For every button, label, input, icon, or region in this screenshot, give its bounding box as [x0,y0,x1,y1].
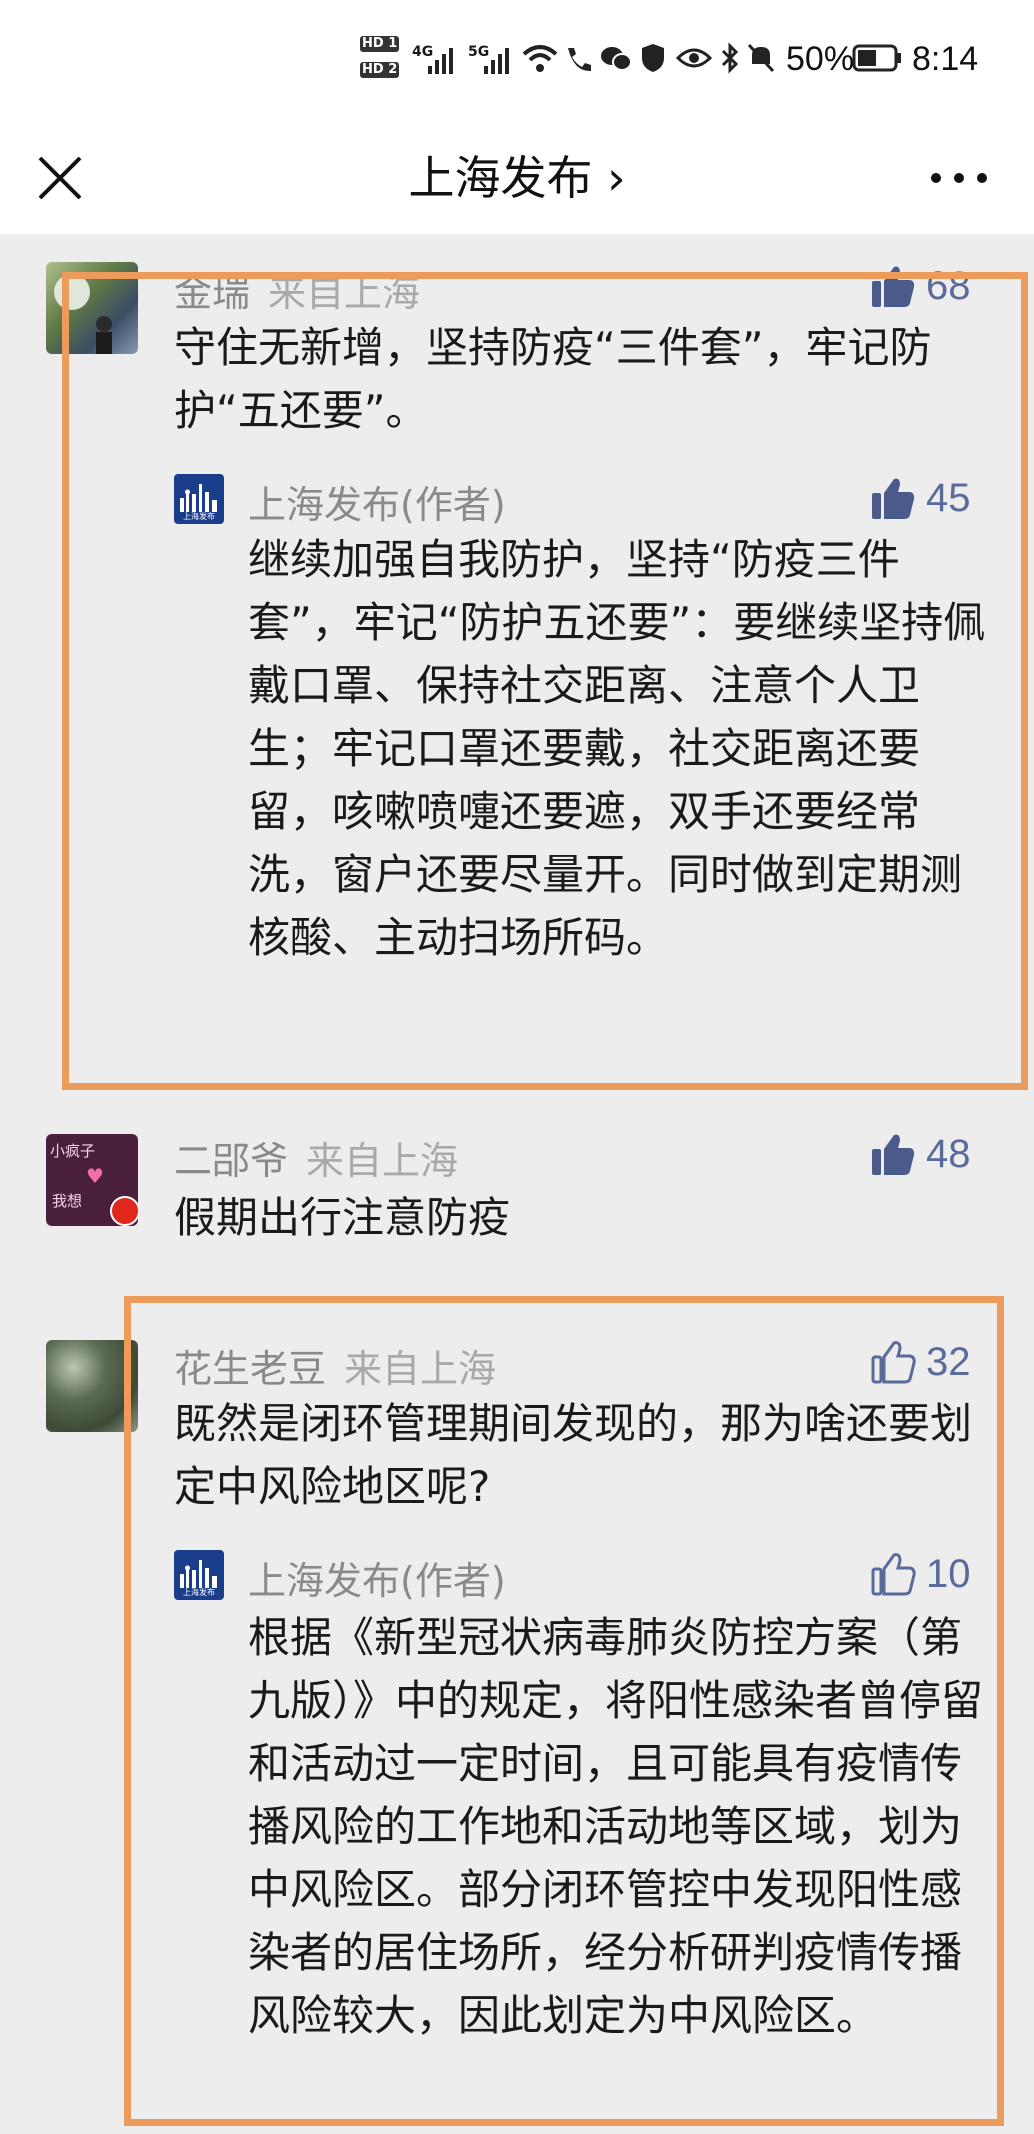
signal1-icon [428,48,453,74]
wechat-icon [601,47,632,71]
battery-percent: 50% [786,40,855,78]
thumbs-up-filled-icon [872,1134,915,1175]
commenter-name[interactable]: 二郘爷 [174,1139,288,1183]
mute-bell-icon [747,43,775,73]
page-title[interactable]: 上海发布 › [0,142,1034,208]
heart-icon: ♥ [86,1164,104,1188]
hd2-icon: HD 2 [360,62,400,78]
battery-icon [852,44,901,72]
comment-text: 假期出行注意防疫 [174,1193,511,1242]
avatar-text-bottom: 我想 [52,1192,83,1210]
avatar-text-top: 小疯子 [50,1142,96,1160]
eye-icon [676,48,712,68]
like-count: 48 [926,1131,971,1176]
commenter-name-row: 二郘爷 来自上海 [174,1130,458,1185]
bluetooth-icon [721,42,739,74]
nav-bar: 上海发布 › [0,120,1034,234]
like-button[interactable]: 48 [870,1126,971,1182]
status-bar: HD 1 HD 2 4G 5G 50% 8:14 [0,0,1034,120]
flag-badge-icon [110,1196,138,1226]
signal2-icon [484,48,509,74]
more-options-icon[interactable] [924,148,994,208]
shield-icon [642,44,664,72]
clock-time: 8:14 [912,40,979,78]
highlight-box [62,272,1028,1090]
location-label: 来自上海 [306,1139,459,1183]
hd1-icon: HD 1 [360,36,400,52]
wifi-icon [522,45,558,72]
call-icon [568,48,591,72]
avatar[interactable]: 小疯子 ♥ 我想 [46,1134,138,1226]
highlight-box [124,1296,1004,2126]
